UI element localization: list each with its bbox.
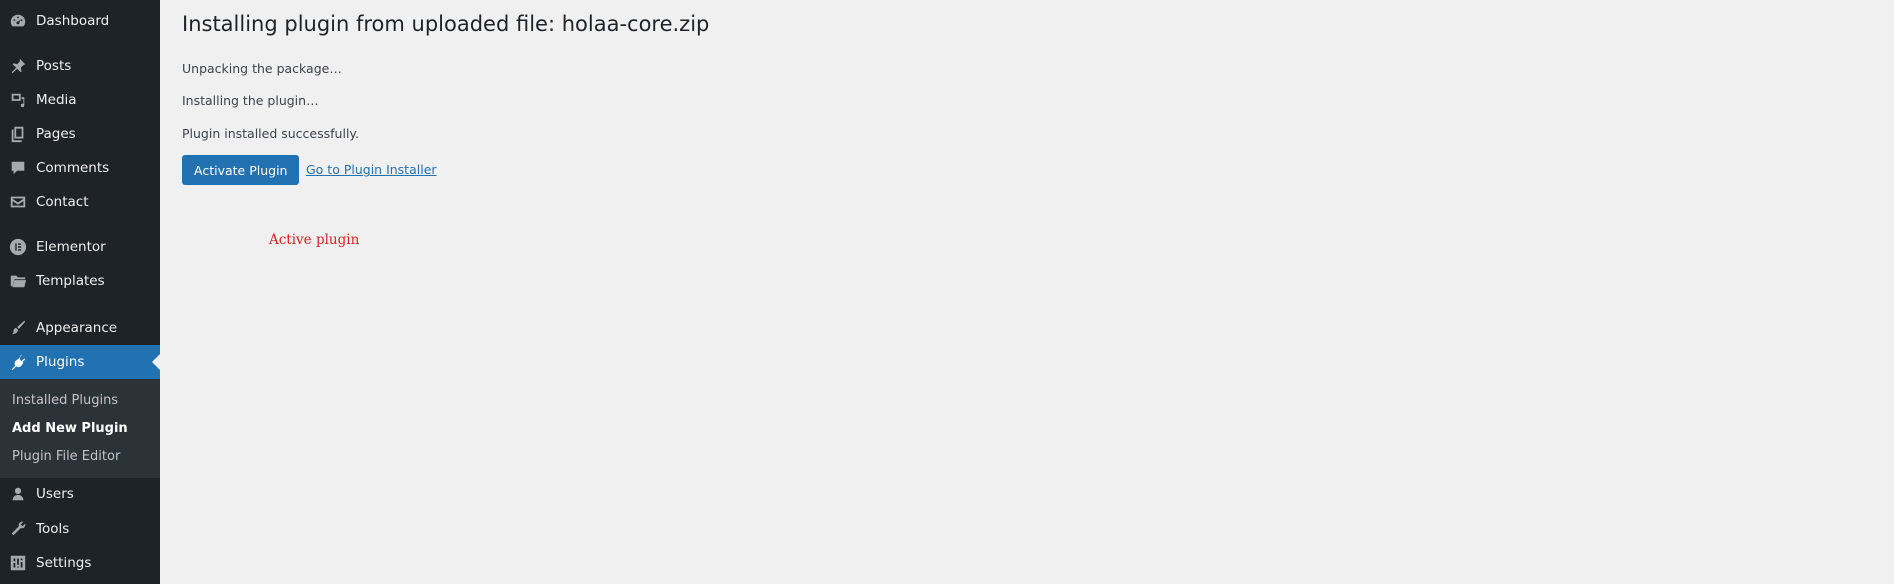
sidebar-item-posts[interactable]: Posts — [0, 49, 160, 83]
main-content: Installing plugin from uploaded file: ho… — [160, 0, 1894, 584]
status-step-unpacking: Unpacking the package… — [182, 61, 342, 76]
settings-icon — [0, 546, 36, 580]
sidebar-item-comments[interactable]: Comments — [0, 151, 160, 185]
activate-plugin-button[interactable]: Activate Plugin — [182, 155, 300, 185]
sidebar-item-label: Dashboard — [36, 13, 110, 29]
sidebar-item-label: Media — [36, 92, 77, 108]
media-icon — [0, 83, 36, 117]
sidebar-item-label: Users — [36, 486, 74, 502]
brush-icon — [0, 311, 36, 345]
pages-icon — [0, 117, 36, 151]
annotation-text: Active plugin — [269, 232, 360, 248]
sidebar-item-media[interactable]: Media — [0, 83, 160, 117]
submenu-add-new-plugin[interactable]: Add New Plugin — [12, 421, 128, 436]
status-step-success: Plugin installed successfully. — [182, 126, 360, 141]
sidebar-item-pages[interactable]: Pages — [0, 117, 160, 151]
sidebar-item-label: Tools — [36, 521, 70, 537]
dashboard-icon — [0, 4, 36, 38]
sidebar-item-settings[interactable]: Settings — [0, 546, 160, 580]
sidebar-item-label: Contact — [36, 194, 89, 210]
user-icon — [0, 477, 36, 511]
sidebar-item-label: Comments — [36, 160, 110, 176]
sidebar-item-elementor[interactable]: Elementor — [0, 230, 160, 264]
status-step-installing: Installing the plugin… — [182, 93, 319, 108]
pin-icon — [0, 49, 36, 83]
sidebar-item-label: Settings — [36, 555, 92, 571]
plugins-submenu: Installed Plugins Add New Plugin Plugin … — [0, 379, 160, 478]
page-title: Installing plugin from uploaded file: ho… — [182, 12, 710, 36]
submenu-installed-plugins[interactable]: Installed Plugins — [12, 393, 118, 408]
plugin-icon — [0, 345, 36, 379]
wrench-icon — [0, 512, 36, 546]
go-to-plugin-installer-link[interactable]: Go to Plugin Installer — [306, 162, 437, 177]
mail-icon — [0, 185, 36, 219]
sidebar-item-label: Appearance — [36, 320, 118, 336]
sidebar-item-label: Elementor — [36, 239, 106, 255]
elementor-icon — [0, 230, 36, 264]
sidebar-item-templates[interactable]: Templates — [0, 264, 160, 298]
sidebar-item-users[interactable]: Users — [0, 477, 160, 511]
comment-icon — [0, 151, 36, 185]
sidebar-item-plugins[interactable]: Plugins — [0, 345, 160, 379]
sidebar-item-label: Templates — [36, 273, 105, 289]
sidebar-item-dashboard[interactable]: Dashboard — [0, 4, 160, 38]
sidebar-item-label: Posts — [36, 58, 72, 74]
sidebar-item-tools[interactable]: Tools — [0, 512, 160, 546]
admin-sidebar: Dashboard Posts Media Pages Comments Con… — [0, 0, 160, 584]
sidebar-item-appearance[interactable]: Appearance — [0, 311, 160, 345]
sidebar-item-contact[interactable]: Contact — [0, 185, 160, 219]
submenu-plugin-file-editor[interactable]: Plugin File Editor — [12, 449, 120, 464]
sidebar-item-label: Plugins — [36, 354, 85, 370]
sidebar-item-label: Pages — [36, 126, 76, 142]
folder-icon — [0, 264, 36, 298]
